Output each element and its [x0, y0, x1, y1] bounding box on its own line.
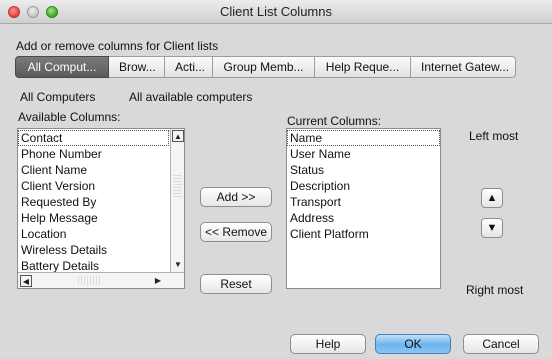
left-most-label: Left most	[469, 129, 519, 143]
tab-activity[interactable]: Acti...	[165, 56, 213, 78]
list-item[interactable]: Client Name	[18, 162, 169, 178]
tab-bar: All Comput... Brow... Acti... Group Memb…	[15, 56, 516, 78]
available-vertical-scrollbar[interactable]: ▲ ▼	[170, 129, 184, 273]
list-item[interactable]: Transport	[287, 194, 440, 210]
scroll-left-icon[interactable]: ◀	[20, 275, 32, 287]
title-bar: Client List Columns	[0, 0, 552, 24]
vertical-scroll-thumb[interactable]	[173, 173, 182, 197]
reset-columns-button[interactable]: Reset	[200, 274, 272, 294]
horizontal-scroll-thumb[interactable]	[78, 276, 100, 285]
current-columns-list[interactable]: Name User Name Status Description Transport A…	[286, 128, 441, 289]
tab-internet-gateway[interactable]: Internet Gatew...	[411, 56, 516, 78]
triangle-down-icon: ▼	[486, 222, 498, 234]
ok-button[interactable]: OK	[375, 334, 451, 354]
list-item[interactable]: Status	[287, 162, 440, 178]
list-item[interactable]: Client Version	[18, 178, 169, 194]
right-most-label: Right most	[466, 283, 524, 297]
scope-value: All available computers	[129, 90, 253, 104]
list-item[interactable]: Contact	[18, 130, 169, 146]
current-columns-rows: Name User Name Status Description Transport A…	[287, 130, 440, 242]
list-item[interactable]: Client Platform	[287, 226, 440, 242]
move-up-button[interactable]: ▲	[481, 188, 503, 208]
scroll-up-icon[interactable]: ▲	[172, 130, 184, 142]
scroll-right-icon[interactable]: ▶	[152, 275, 164, 287]
current-columns-label: Current Columns:	[287, 114, 382, 128]
available-horizontal-scrollbar[interactable]: ◀ ▶	[18, 272, 184, 288]
list-item[interactable]: User Name	[287, 146, 440, 162]
tab-help-requests[interactable]: Help Reque...	[315, 56, 411, 78]
remove-column-button[interactable]: << Remove	[200, 222, 272, 242]
cancel-button[interactable]: Cancel	[463, 334, 539, 354]
available-columns-rows: Contact Phone Number Client Name Client Ver…	[18, 130, 169, 272]
list-item[interactable]: Phone Number	[18, 146, 169, 162]
help-button[interactable]: Help	[290, 334, 366, 354]
list-item[interactable]: Wireless Details	[18, 242, 169, 258]
tab-group-members[interactable]: Group Memb...	[213, 56, 315, 78]
triangle-up-icon: ▲	[486, 192, 498, 204]
available-columns-label: Available Columns:	[18, 110, 121, 124]
list-item[interactable]: Location	[18, 226, 169, 242]
scope-label: All Computers	[20, 90, 96, 104]
instructions-text: Add or remove columns for Client lists	[16, 39, 219, 53]
list-item[interactable]: Address	[287, 210, 440, 226]
scroll-down-icon[interactable]: ▼	[172, 259, 184, 271]
list-item[interactable]: Requested By	[18, 194, 169, 210]
tab-all-computers[interactable]: All Comput...	[15, 56, 109, 78]
window-title: Client List Columns	[220, 4, 332, 19]
list-item[interactable]: Battery Details	[18, 258, 169, 272]
list-item[interactable]: Description	[287, 178, 440, 194]
list-item[interactable]: Help Message	[18, 210, 169, 226]
move-down-button[interactable]: ▼	[481, 218, 503, 238]
list-item[interactable]: Name	[287, 130, 440, 146]
add-column-button[interactable]: Add >>	[200, 187, 272, 207]
available-columns-list[interactable]: Contact Phone Number Client Name Client Ver…	[17, 128, 185, 289]
tab-browsers[interactable]: Brow...	[109, 56, 165, 78]
columns-panel: All Computers All available computers Av…	[0, 83, 552, 359]
